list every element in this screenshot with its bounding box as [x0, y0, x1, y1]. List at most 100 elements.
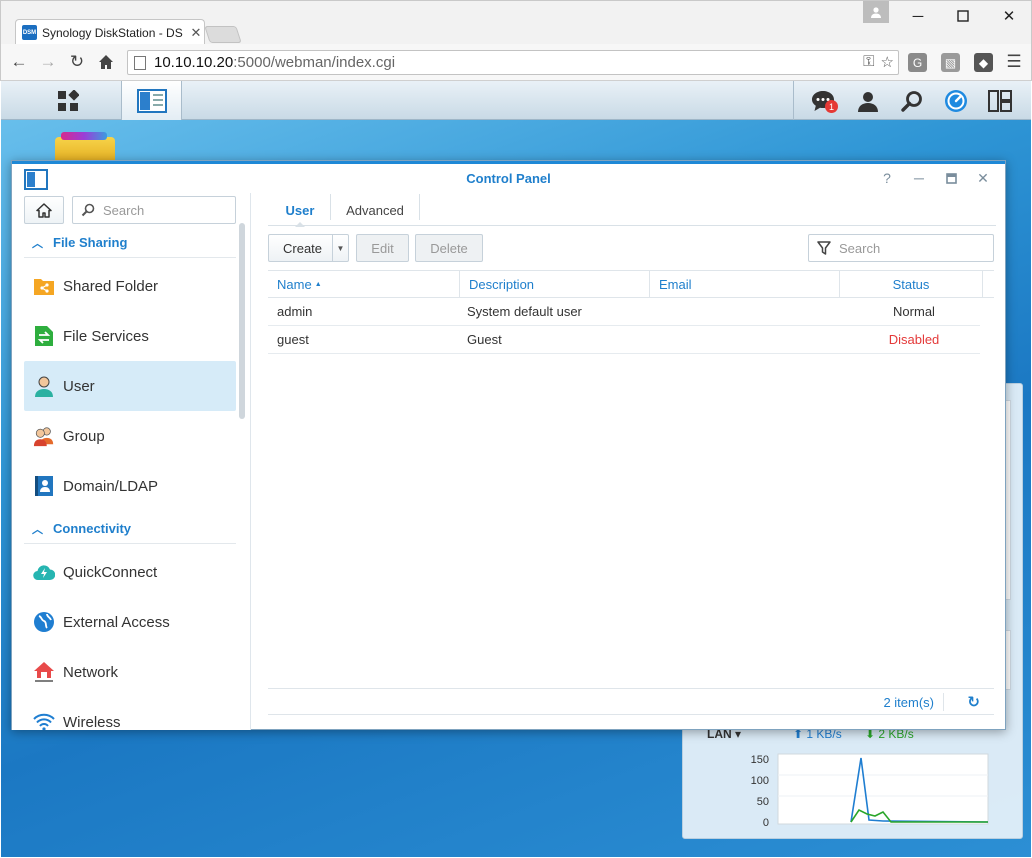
item-count: 2 item(s) — [883, 694, 934, 710]
domain-ldap-icon — [33, 475, 55, 497]
control-panel-icon — [136, 88, 167, 113]
extension-shield-icon[interactable]: ◆ — [974, 53, 993, 72]
column-email[interactable]: Email — [650, 271, 840, 298]
cell-description: Guest — [467, 332, 502, 347]
user-search-input[interactable]: Search — [808, 234, 994, 262]
cell-status: Normal — [893, 304, 935, 319]
sidebar-item-network[interactable]: Network — [24, 647, 236, 697]
group-icon — [33, 425, 55, 447]
url-path: :5000/webman/index.cgi — [233, 54, 396, 71]
user-icon — [33, 375, 55, 397]
browser-tab[interactable]: DSM Synology DiskStation - DS ✕ — [15, 19, 205, 45]
home-icon — [36, 202, 52, 218]
main-menu-icon — [58, 89, 79, 111]
sidebar-item-wireless[interactable]: Wireless — [24, 697, 236, 730]
tab-advanced[interactable]: Advanced — [336, 194, 414, 226]
user-table: Name ▲ Description Email Status admin Sys… — [268, 270, 994, 354]
sidebar-search-input[interactable]: Search — [72, 196, 236, 224]
sidebar-scrollbar[interactable] — [239, 223, 245, 419]
filter-icon — [817, 241, 831, 255]
table-row[interactable]: admin System default user Normal — [268, 298, 980, 326]
url-host: 10.10.10.20 — [154, 54, 234, 71]
extension-puzzle-icon[interactable]: ▧ — [941, 53, 960, 72]
cell-description: System default user — [467, 304, 582, 319]
profile-icon[interactable] — [863, 1, 889, 23]
y-tick-100: 100 — [751, 775, 769, 787]
minimize-window-icon[interactable]: ─ — [903, 5, 933, 27]
refresh-icon[interactable]: ↻ — [967, 689, 980, 715]
close-icon[interactable]: ✕ — [973, 168, 993, 188]
sort-ascending-icon: ▲ — [314, 281, 322, 288]
address-bar[interactable]: 10.10.10.20:5000/webman/index.cgi ⚿ ☆ — [127, 50, 899, 75]
sidebar-item-user[interactable]: User — [24, 361, 236, 411]
maximize-window-icon[interactable] — [948, 5, 978, 27]
forward-icon[interactable]: → — [36, 50, 60, 74]
chevron-up-icon: ︿ — [32, 523, 43, 536]
user-search-placeholder: Search — [839, 240, 881, 256]
section-connectivity[interactable]: ︿ Connectivity — [24, 514, 236, 544]
edit-button[interactable]: Edit — [356, 234, 409, 262]
resource-monitor-icon[interactable] — [942, 87, 970, 115]
chevron-up-icon: ︿ — [32, 237, 43, 250]
cell-name: admin — [277, 304, 313, 319]
wifi-icon — [33, 711, 55, 730]
extension-g-icon[interactable]: G — [908, 53, 927, 72]
home-button[interactable] — [24, 196, 64, 224]
shared-folder-icon — [33, 275, 55, 297]
help-icon[interactable]: ? — [877, 168, 897, 188]
sidebar-item-group[interactable]: Group — [24, 411, 236, 461]
create-dropdown-icon[interactable]: ▼ — [332, 235, 348, 261]
minimize-icon[interactable]: ─ — [909, 168, 929, 188]
column-status[interactable]: Status — [840, 271, 983, 298]
globe-icon — [33, 611, 55, 633]
sidebar-search-placeholder: Search — [103, 202, 145, 218]
close-window-icon[interactable]: ✕ — [994, 5, 1024, 27]
main-content: User Advanced Create ▼ Edit Delete Searc… — [268, 193, 996, 730]
home-icon[interactable] — [94, 50, 118, 74]
tab-bar: User Advanced — [268, 194, 996, 227]
section-file-sharing[interactable]: ︿ File Sharing — [24, 228, 236, 258]
network-home-icon — [33, 661, 55, 683]
cell-email — [650, 298, 659, 325]
sidebar-item-quickconnect[interactable]: QuickConnect — [24, 547, 236, 597]
key-icon[interactable]: ⚿ — [863, 53, 874, 71]
main-menu-button[interactable] — [23, 81, 113, 120]
dsm-taskbar: 1 — [1, 81, 1031, 120]
bookmark-star-icon[interactable]: ☆ — [881, 53, 894, 71]
reload-icon[interactable]: ↻ — [65, 50, 89, 74]
y-tick-50: 50 — [757, 796, 769, 808]
column-name[interactable]: Name ▲ — [268, 271, 460, 298]
maximize-icon[interactable] — [941, 168, 961, 188]
user-account-icon[interactable] — [854, 87, 882, 115]
create-button-label: Create — [283, 240, 323, 256]
control-panel-taskbar-button[interactable] — [122, 81, 182, 120]
control-panel-window: Control Panel ? ─ ✕ Search ︿ File Sharing — [11, 160, 1006, 730]
tab-user[interactable]: User — [276, 194, 324, 227]
dsm-favicon-icon: DSM — [22, 25, 37, 40]
cell-email — [650, 326, 659, 353]
sidebar-item-domain-ldap[interactable]: Domain/LDAP — [24, 461, 236, 511]
delete-button[interactable]: Delete — [415, 234, 483, 262]
sidebar-item-file-services[interactable]: File Services — [24, 311, 236, 361]
y-tick-0: 0 — [763, 817, 769, 829]
window-titlebar[interactable]: Control Panel ? ─ ✕ — [12, 164, 1005, 193]
create-button[interactable]: Create ▼ — [268, 234, 349, 262]
browser-menu-icon[interactable]: ☰ — [1002, 50, 1026, 74]
widgets-icon[interactable] — [986, 87, 1014, 115]
new-tab-button[interactable] — [204, 26, 242, 43]
column-description[interactable]: Description — [460, 271, 650, 298]
browser-titlebar: DSM Synology DiskStation - DS ✕ ─ ✕ — [0, 0, 1032, 45]
cell-status: Disabled — [888, 332, 940, 347]
search-icon — [81, 203, 95, 217]
sidebar-item-shared-folder[interactable]: Shared Folder — [24, 261, 236, 311]
cell-name: guest — [277, 332, 309, 347]
page-icon — [134, 55, 146, 70]
tab-close-icon[interactable]: ✕ — [188, 25, 204, 41]
browser-toolbar: ← → ↻ 10.10.10.20:5000/webman/index.cgi … — [0, 44, 1032, 81]
back-icon[interactable]: ← — [7, 50, 31, 74]
table-row[interactable]: guest Guest Disabled — [268, 326, 980, 354]
dsm-desktop: 1 LAN ▾ ⬆ 1 KB/s ⬇ 2 KB/s 150 100 50 0 C… — [1, 81, 1031, 857]
notifications-icon[interactable]: 1 — [809, 87, 838, 115]
search-icon[interactable] — [898, 87, 926, 115]
sidebar-item-external-access[interactable]: External Access — [24, 597, 236, 647]
